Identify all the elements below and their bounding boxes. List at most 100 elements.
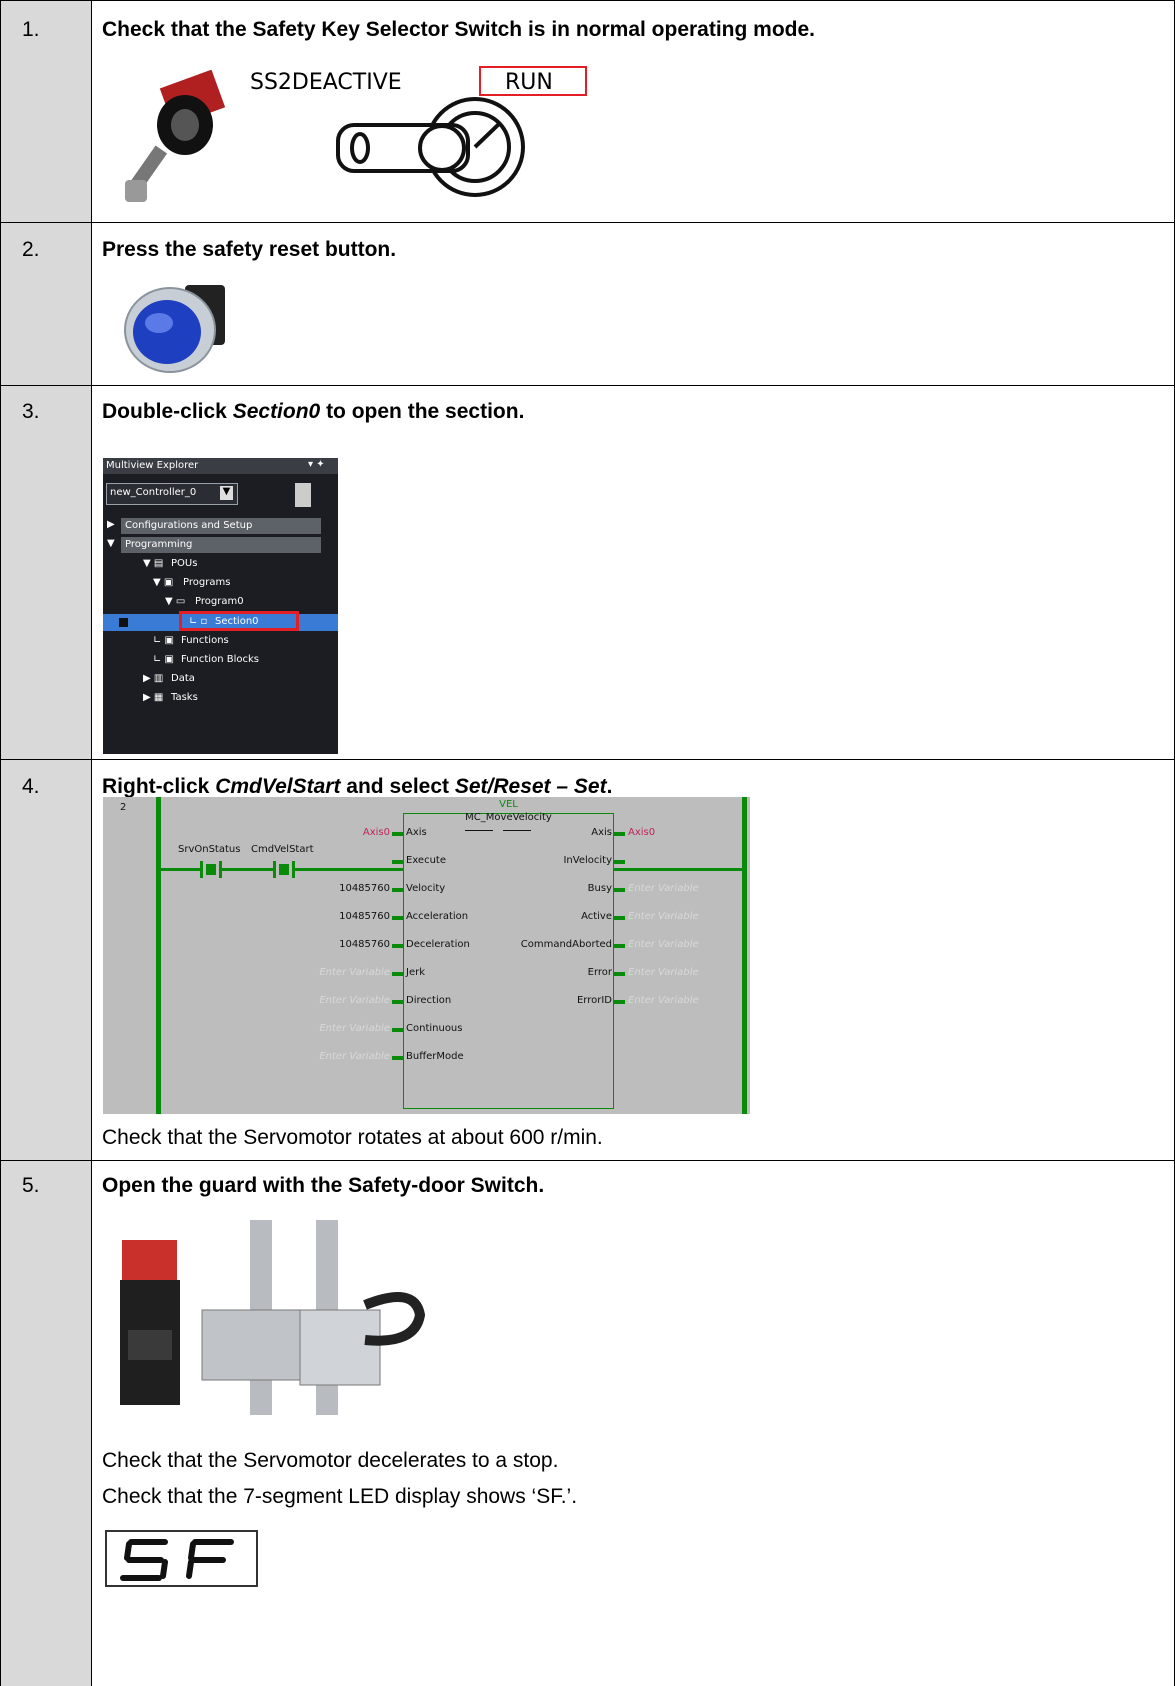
row-divider bbox=[0, 222, 1175, 223]
output-variable[interactable]: Enter Variable bbox=[628, 911, 699, 922]
input-variable[interactable]: 10485760 bbox=[339, 883, 390, 894]
input-variable[interactable]: Enter Variable bbox=[319, 995, 390, 1006]
output-pin-connector bbox=[614, 888, 625, 892]
key-label-ss2deactive: SS2DEACTIVE bbox=[250, 70, 402, 95]
input-pin-label: Acceleration bbox=[406, 911, 469, 922]
step-number: 5. bbox=[22, 1174, 40, 1197]
output-pin-connector bbox=[614, 832, 625, 836]
output-variable[interactable]: Enter Variable bbox=[628, 883, 699, 894]
input-pin-connector bbox=[392, 1056, 403, 1060]
output-pin-label: Busy bbox=[587, 883, 612, 894]
reset-button-image bbox=[124, 285, 225, 373]
number-column bbox=[0, 0, 91, 1686]
step-note: Check that the Servomotor rotates at abo… bbox=[102, 1126, 603, 1149]
left-power-rail bbox=[156, 797, 161, 1114]
right-power-rail bbox=[742, 797, 747, 1114]
input-pin-label: Direction bbox=[406, 995, 452, 1006]
step-title: Open the guard with the Safety-door Swit… bbox=[102, 1174, 545, 1197]
ladder-diagram: 2 SrvOnStatus CmdVelStart VEL MC_MoveVel… bbox=[103, 797, 750, 1114]
safety-door-switch-image bbox=[120, 1220, 426, 1415]
input-pin-connector bbox=[392, 972, 403, 976]
input-pin-label: Execute bbox=[406, 855, 446, 866]
input-pin-connector bbox=[392, 888, 403, 892]
row-divider bbox=[0, 385, 1175, 386]
tree-item[interactable]: Program0 bbox=[195, 596, 244, 607]
input-variable[interactable]: Enter Variable bbox=[319, 1051, 390, 1062]
step-title: Press the safety reset button. bbox=[102, 238, 397, 261]
collapse-icon[interactable]: ▼ bbox=[107, 538, 115, 549]
output-variable[interactable]: Enter Variable bbox=[628, 939, 699, 950]
output-pin-connector bbox=[614, 860, 625, 864]
contact-label: CmdVelStart bbox=[251, 844, 314, 855]
toolbar-icon[interactable] bbox=[295, 483, 311, 507]
contact-cmdvelstart[interactable] bbox=[273, 861, 295, 878]
rung-number: 2 bbox=[120, 802, 127, 813]
input-pin-label: Velocity bbox=[406, 883, 446, 894]
input-variable[interactable]: Enter Variable bbox=[319, 1023, 390, 1034]
input-pin-connector bbox=[392, 1000, 403, 1004]
chevron-down-icon[interactable]: ▼ bbox=[220, 486, 233, 500]
contact-srvonstatus[interactable] bbox=[200, 861, 222, 878]
step-number: 1. bbox=[22, 18, 40, 41]
tree-item[interactable]: Programs bbox=[183, 577, 230, 588]
output-variable[interactable]: Enter Variable bbox=[628, 995, 699, 1006]
controller-select-value: new_Controller_0 bbox=[110, 487, 197, 498]
tree-item-section0[interactable]: Section0 bbox=[215, 616, 259, 627]
key-label-run: RUN bbox=[505, 70, 553, 95]
input-pin-label: Jerk bbox=[406, 967, 426, 978]
step-note: Check that the Servomotor decelerates to… bbox=[102, 1449, 559, 1472]
output-pin-connector bbox=[614, 1000, 625, 1004]
output-variable[interactable]: Axis0 bbox=[628, 827, 655, 838]
input-pin-connector bbox=[392, 1028, 403, 1032]
step-title: Right-click CmdVelStart and select Set/R… bbox=[102, 775, 613, 798]
tree-item[interactable]: Tasks bbox=[171, 692, 198, 703]
expand-icon[interactable]: ▶ bbox=[107, 519, 115, 530]
output-pin-label: CommandAborted bbox=[520, 939, 612, 950]
input-pin-connector bbox=[392, 944, 403, 948]
input-pin-connector bbox=[392, 832, 403, 836]
output-pin-connector bbox=[614, 944, 625, 948]
output-pin-label: Error bbox=[587, 967, 612, 978]
seven-segment-display bbox=[120, 1539, 234, 1581]
key-position-icon bbox=[336, 97, 525, 197]
table-border-left bbox=[0, 0, 1, 1686]
row-divider bbox=[0, 1160, 1175, 1161]
tree-item[interactable]: Functions bbox=[181, 635, 229, 646]
block-type: VEL bbox=[499, 799, 518, 810]
step-title: Check that the Safety Key Selector Switc… bbox=[102, 18, 816, 41]
led-display-frame: SF bbox=[105, 1530, 258, 1587]
tree-item[interactable]: Programming bbox=[125, 539, 192, 550]
row-divider bbox=[0, 0, 1175, 1]
step-number: 2. bbox=[22, 238, 40, 261]
tree-item[interactable]: Function Blocks bbox=[181, 654, 259, 665]
contact-label: SrvOnStatus bbox=[178, 844, 241, 855]
row-divider bbox=[0, 759, 1175, 760]
input-pin-label: Axis bbox=[406, 827, 427, 838]
input-pin-label: BufferMode bbox=[406, 1051, 464, 1062]
multiview-explorer-panel: Multiview Explorer ▾ ✦ new_Controller_0 … bbox=[103, 458, 338, 754]
tree-item[interactable]: Configurations and Setup bbox=[125, 520, 252, 531]
input-variable[interactable]: 10485760 bbox=[339, 939, 390, 950]
input-variable[interactable]: 10485760 bbox=[339, 911, 390, 922]
step-title: Double-click Section0 to open the sectio… bbox=[102, 400, 525, 423]
step-number: 4. bbox=[22, 775, 40, 798]
output-pin-label: Active bbox=[581, 911, 612, 922]
tree-item[interactable]: POUs bbox=[171, 558, 197, 569]
output-variable[interactable]: Enter Variable bbox=[628, 967, 699, 978]
input-variable[interactable]: Enter Variable bbox=[319, 967, 390, 978]
pin-icon[interactable]: ▾ ✦ bbox=[308, 459, 325, 470]
output-pin-label: Axis bbox=[591, 827, 612, 838]
key-selector-switch-image bbox=[125, 70, 226, 202]
input-pin-connector bbox=[392, 860, 403, 864]
output-pin-label: InVelocity bbox=[563, 855, 612, 866]
tree-item[interactable]: Data bbox=[171, 673, 195, 684]
output-pin-label: ErrorID bbox=[576, 995, 612, 1006]
input-pin-label: Deceleration bbox=[406, 939, 470, 950]
input-pin-label: Continuous bbox=[406, 1023, 463, 1034]
input-variable[interactable]: Axis0 bbox=[363, 827, 390, 838]
panel-header: Multiview Explorer bbox=[106, 460, 199, 471]
output-pin-connector bbox=[614, 916, 625, 920]
output-pin-connector bbox=[614, 972, 625, 976]
block-name: MC_MoveVelocity bbox=[465, 812, 552, 823]
table-divider bbox=[91, 0, 92, 1686]
